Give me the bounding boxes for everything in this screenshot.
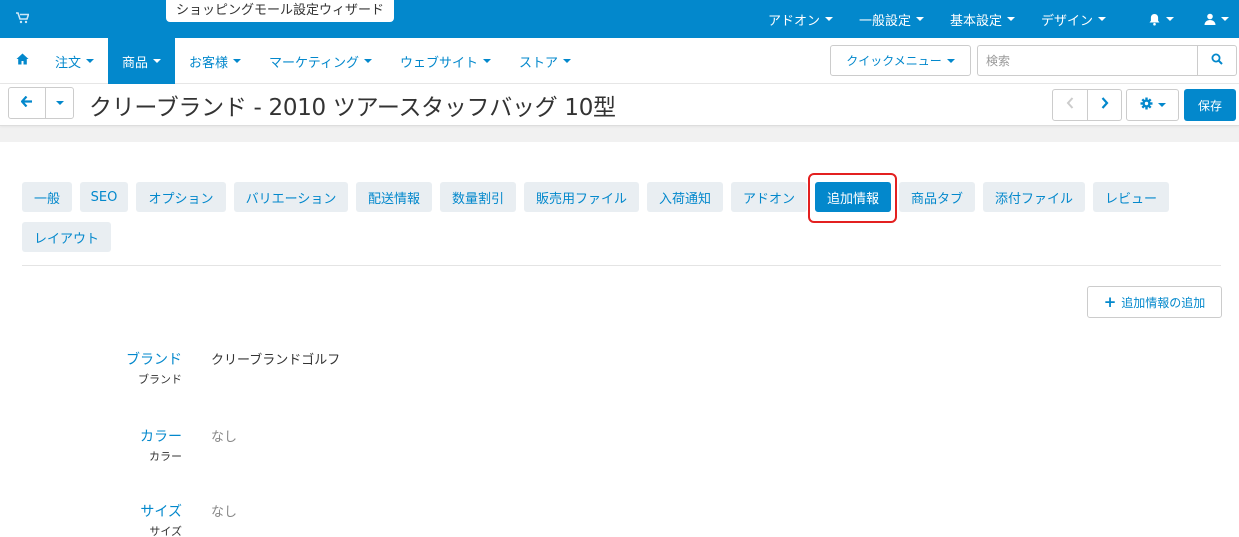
nav-customers[interactable]: お客様 [175,38,255,84]
nav-marketing[interactable]: マーケティング [255,38,386,84]
nav-store-label: ストア [519,55,559,71]
feature-value: クリーブランドゴルフ [211,353,341,368]
top-menu: アドオン 一般設定 基本設定 デザイン [755,0,1239,38]
nav-store[interactable]: ストア [505,38,585,84]
pager-group [1052,89,1122,121]
tab-reviews[interactable]: レビュー [1093,182,1169,212]
chevron-left-icon [1066,97,1074,113]
nav-marketing-label: マーケティング [269,55,360,71]
chevron-down-icon [824,17,833,21]
setup-wizard-button[interactable]: ショッピングモール設定ウィザード [166,0,395,22]
top-menu-addons-label: アドオン [767,13,820,29]
tab-files[interactable]: 販売用ファイル [524,182,639,212]
top-bar: ショッピングモール設定ウィザード アドオン 一般設定 基本設定 デザイン [0,0,1239,38]
feature-subname: ブランド [138,373,182,386]
tabs-divider [22,265,1221,266]
tab-shipping[interactable]: 配送情報 [356,182,432,212]
tab-product-tabs[interactable]: 商品タブ [899,182,975,212]
nav-website[interactable]: ウェブサイト [386,38,505,84]
chevron-down-icon [483,59,492,63]
feature-row: サイズ サイズ なし [0,501,700,537]
top-menu-basic-settings-label: 基本設定 [949,13,1002,29]
add-feature-button[interactable]: + 追加情報の追加 [1087,286,1222,318]
top-menu-general-settings-label: 一般設定 [858,13,911,29]
tab-addons[interactable]: アドオン [731,182,807,212]
tab-variations[interactable]: バリエーション [234,182,348,212]
page-title: クリーブランド - 2010 ツアースタッフバッグ 10型 [89,95,616,121]
top-menu-design[interactable]: デザイン [1028,0,1136,38]
notifications-menu[interactable] [1136,0,1196,38]
cart-icon[interactable] [16,12,30,26]
nav-products-label: 商品 [122,55,149,71]
chevron-down-icon [563,59,572,63]
tab-attachments[interactable]: 添付ファイル [983,182,1085,212]
tab-stock-notifications[interactable]: 入荷通知 [647,182,723,212]
top-menu-basic-settings[interactable]: 基本設定 [937,0,1028,38]
nav-home[interactable] [0,38,41,84]
chevron-down-icon [1221,17,1229,21]
search-button[interactable] [1197,45,1237,76]
gear-icon [1140,97,1153,114]
chevron-down-icon [1166,17,1174,21]
feature-row: ブランド ブランド クリーブランドゴルフ [0,349,700,399]
feature-name[interactable]: カラー [140,426,182,446]
top-menu-general-settings[interactable]: 一般設定 [846,0,937,38]
chevron-down-icon [233,59,242,63]
save-button[interactable]: 保存 [1184,89,1236,121]
settings-dropdown-button[interactable] [1126,89,1179,121]
feature-name[interactable]: ブランド [126,349,182,369]
back-button-group [8,87,74,119]
tab-general[interactable]: 一般 [22,182,72,212]
feature-row: カラー カラー なし [0,426,700,476]
chevron-down-icon [364,59,373,63]
arrow-left-icon [20,95,33,111]
nav-orders-label: 注文 [55,55,82,71]
feature-subname: サイズ [149,525,182,537]
chevron-down-icon [1157,103,1166,107]
search-input[interactable] [977,45,1198,76]
feature-value: なし [211,430,238,445]
tab-quantity-discounts[interactable]: 数量割引 [440,182,516,212]
chevron-down-icon [55,101,64,105]
back-dropdown-button[interactable] [45,88,73,118]
top-menu-design-label: デザイン [1040,13,1093,29]
add-feature-label: 追加情報の追加 [1121,295,1206,310]
nav-products[interactable]: 商品 [108,38,176,84]
user-icon [1204,13,1216,25]
feature-name[interactable]: サイズ [140,501,182,521]
chevron-down-icon [915,17,924,21]
nav-website-label: ウェブサイト [400,55,479,71]
chevron-down-icon [153,59,162,63]
active-tab-highlight [808,173,897,223]
chevron-right-icon [1101,97,1109,113]
top-menu-addons[interactable]: アドオン [755,0,846,38]
home-icon [16,53,29,69]
plus-icon: + [1103,293,1117,311]
main-nav: 注文 商品 お客様 マーケティング ウェブサイト ストア クイックメニュー [0,38,1239,84]
feature-value: なし [211,505,238,520]
search-icon [1211,53,1223,69]
quick-menu-label: クイックメニュー [846,54,942,68]
title-bar: クリーブランド - 2010 ツアースタッフバッグ 10型 保存 [0,84,1239,126]
chevron-down-icon [1098,17,1106,21]
tab-seo[interactable]: SEO [80,182,128,212]
next-item-button[interactable] [1087,90,1121,120]
chevron-down-icon [86,59,95,63]
tab-options[interactable]: オプション [136,182,226,212]
tab-layout[interactable]: レイアウト [22,222,111,252]
quick-menu-button[interactable]: クイックメニュー [830,45,971,76]
chevron-down-icon [946,58,955,63]
nav-orders[interactable]: 注文 [41,38,108,84]
feature-subname: カラー [149,450,182,463]
back-button[interactable] [9,88,45,118]
bell-icon [1148,13,1161,26]
chevron-down-icon [1006,17,1015,21]
user-menu[interactable] [1196,0,1239,38]
nav-customers-label: お客様 [189,55,229,71]
previous-item-button[interactable] [1053,90,1087,120]
content-area: 一般 SEO オプション バリエーション 配送情報 数量割引 販売用ファイル 入… [0,142,1239,537]
